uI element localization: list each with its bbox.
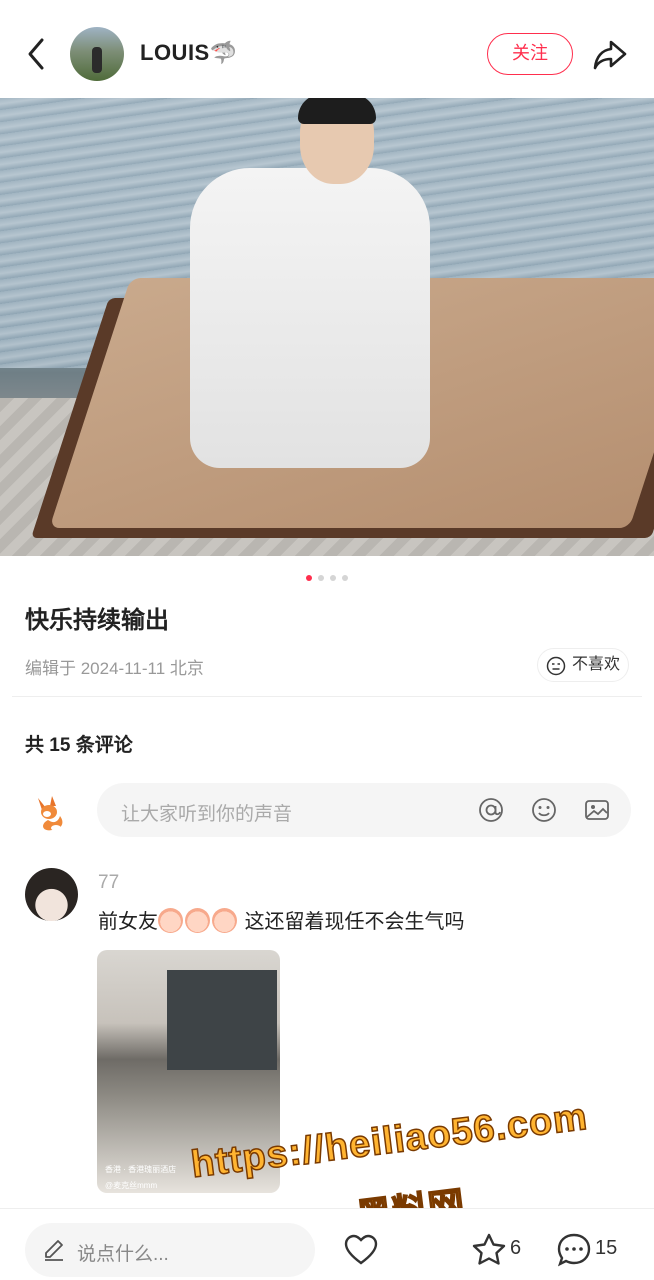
comment-text: 前女友 这还留着现任不会生气吗: [98, 905, 465, 934]
photo-person-hair: [298, 98, 376, 124]
chat-bubble-icon: [557, 1233, 591, 1267]
author-name[interactable]: LOUIS🦈: [140, 40, 238, 66]
image-icon[interactable]: [583, 796, 611, 824]
pager-dot: [306, 575, 312, 581]
comment-count-bottom: 15: [595, 1237, 618, 1259]
share-icon[interactable]: [591, 36, 629, 72]
commenter-avatar[interactable]: [25, 868, 78, 921]
top-bar: LOUIS🦈 关注: [0, 0, 654, 98]
post-title: 快乐持续输出: [25, 607, 169, 634]
post-image[interactable]: [0, 98, 654, 556]
comment-input[interactable]: 让大家听到你的声音: [97, 783, 631, 837]
post-meta: 编辑于 2024-11-11 北京: [25, 659, 204, 678]
divider: [12, 696, 642, 697]
commenter-name[interactable]: 77: [98, 872, 119, 894]
comment-text-prefix: 前女友: [98, 911, 158, 933]
pager-dot: [318, 575, 324, 581]
bottom-bar: 说点什么... 6 15: [0, 1208, 654, 1280]
dislike-button[interactable]: 不喜欢: [537, 648, 629, 682]
my-avatar-fox-icon[interactable]: [30, 790, 74, 834]
comment-input-placeholder: 让大家听到你的声音: [121, 804, 293, 825]
follow-button[interactable]: 关注: [487, 33, 573, 75]
crying-emoji-icon: [185, 908, 210, 933]
crying-emoji-icon: [212, 908, 237, 933]
mention-icon[interactable]: [477, 796, 505, 824]
photo-person-robe: [190, 168, 430, 468]
comment-image-location: 香港 · 香港瑰丽酒店: [105, 1165, 177, 1174]
meh-face-icon: [546, 656, 566, 676]
comment-text-body: 这还留着现任不会生气吗: [244, 911, 465, 933]
comment-image-user: @麦克丝mmm: [105, 1181, 158, 1190]
back-arrow-icon[interactable]: [22, 34, 52, 74]
author-avatar[interactable]: [70, 27, 124, 81]
say-something-input[interactable]: 说点什么...: [25, 1223, 315, 1277]
emoji-icon[interactable]: [530, 796, 558, 824]
comment-count: 共 15 条评论: [25, 735, 133, 756]
pager-dot: [330, 575, 336, 581]
pager-dot: [342, 575, 348, 581]
star-icon: [472, 1233, 506, 1265]
comment-image-window: [167, 970, 277, 1070]
collect-count: 6: [510, 1237, 522, 1259]
crying-emoji-icon: [158, 908, 183, 933]
image-pager: [0, 568, 654, 582]
heart-icon: [344, 1234, 378, 1265]
say-something-placeholder: 说点什么...: [77, 1244, 169, 1265]
pencil-icon: [45, 1240, 63, 1261]
dislike-label: 不喜欢: [572, 656, 621, 673]
